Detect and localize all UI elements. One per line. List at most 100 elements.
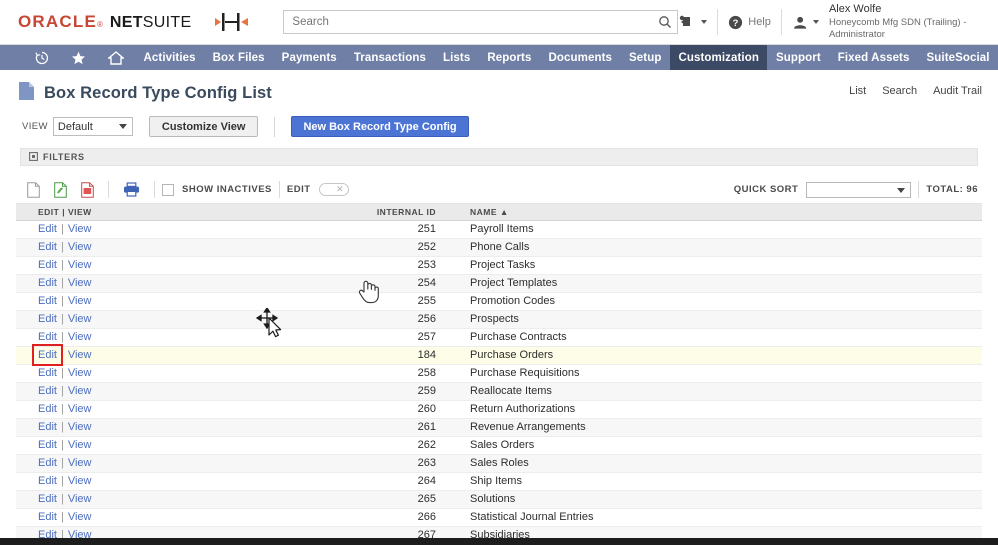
edit-link[interactable]: Edit: [38, 295, 57, 307]
new-box-record-type-config-button[interactable]: New Box Record Type Config: [291, 116, 469, 137]
nav-item-customization[interactable]: Customization: [669, 45, 768, 70]
link-audit-trail[interactable]: Audit Trail: [933, 85, 982, 97]
table-row[interactable]: Edit | View 252 Phone Calls: [16, 238, 982, 257]
view-link[interactable]: View: [68, 367, 92, 379]
window-bottom-strip: [0, 538, 998, 545]
customize-view-button[interactable]: Customize View: [148, 116, 259, 137]
edit-link[interactable]: Edit: [38, 241, 57, 253]
view-link[interactable]: View: [68, 403, 92, 415]
link-search[interactable]: Search: [882, 85, 917, 97]
chevron-down-icon: [118, 124, 127, 129]
nav-item-documents[interactable]: Documents: [540, 45, 621, 70]
edit-link[interactable]: Edit: [38, 313, 57, 325]
table-row[interactable]: Edit | View 262 Sales Orders: [16, 436, 982, 455]
edit-mode-toggle[interactable]: ✕: [318, 183, 349, 196]
recent-records-icon[interactable]: [24, 45, 60, 70]
table-row[interactable]: Edit | View 258 Purchase Requisitions: [16, 364, 982, 383]
favorites-star-icon[interactable]: [60, 45, 97, 70]
table-row[interactable]: Edit | View 264 Ship Items: [16, 472, 982, 491]
nav-item-setup[interactable]: Setup: [621, 45, 670, 70]
edit-link[interactable]: Edit: [38, 385, 57, 397]
view-link[interactable]: View: [68, 475, 92, 487]
view-link[interactable]: View: [68, 385, 92, 397]
show-inactives-checkbox[interactable]: [162, 183, 174, 196]
nav-item-lists[interactable]: Lists: [434, 45, 478, 70]
search-input[interactable]: [283, 10, 679, 34]
view-link[interactable]: View: [68, 421, 92, 433]
view-link[interactable]: View: [68, 223, 92, 235]
user-menu[interactable]: Alex Wolfe Honeycomb Mfg SDN (Trailing) …: [792, 3, 988, 41]
table-row[interactable]: Edit | View 259 Reallocate Items: [16, 382, 982, 401]
chevron-down-icon: [701, 20, 708, 24]
nav-item-activities[interactable]: Activities: [135, 45, 204, 70]
view-link[interactable]: View: [68, 457, 92, 469]
edit-link[interactable]: Edit: [38, 421, 57, 433]
nav-item-suitesocial[interactable]: SuiteSocial: [918, 45, 998, 70]
link-list[interactable]: List: [849, 85, 866, 97]
table-row[interactable]: Edit | View 255 Promotion Codes: [16, 292, 982, 311]
table-row[interactable]: Edit | View 251 Payroll Items: [16, 220, 982, 239]
global-search[interactable]: [283, 10, 679, 34]
edit-link[interactable]: Edit: [38, 403, 57, 415]
filters-bar[interactable]: FILTERS: [20, 148, 978, 166]
link-separator: |: [60, 349, 64, 361]
cell-internal-id: 251: [346, 220, 446, 239]
column-header-edit-view[interactable]: EDIT | VIEW: [16, 204, 346, 221]
table-row[interactable]: Edit | View 266 Statistical Journal Entries: [16, 508, 982, 527]
export-excel-icon[interactable]: [47, 181, 74, 198]
search-icon[interactable]: [654, 12, 676, 32]
cell-edit-view: Edit| View: [16, 346, 346, 365]
table-row[interactable]: Edit | View 263 Sales Roles: [16, 454, 982, 473]
quick-sort-select[interactable]: [806, 181, 912, 198]
view-link[interactable]: View: [68, 493, 92, 505]
oracle-netsuite-logo[interactable]: ORACLE ® NET SUITE: [18, 12, 191, 32]
table-row[interactable]: Edit | View 253 Project Tasks: [16, 256, 982, 275]
home-icon[interactable]: [97, 45, 135, 70]
table-row[interactable]: Edit | View 257 Purchase Contracts: [16, 328, 982, 347]
edit-link[interactable]: Edit: [38, 349, 57, 361]
cell-edit-view: Edit| View: [16, 436, 346, 455]
edit-link[interactable]: Edit: [38, 331, 57, 343]
edit-link[interactable]: Edit: [38, 511, 57, 523]
table-row[interactable]: Edit | View 260 Return Authorizations: [16, 400, 982, 419]
view-link[interactable]: View: [68, 295, 92, 307]
help-button[interactable]: ? Help: [728, 15, 771, 30]
print-icon[interactable]: [116, 182, 147, 197]
export-csv-icon[interactable]: [20, 181, 47, 198]
edit-link[interactable]: Edit: [38, 457, 57, 469]
table-row[interactable]: Edit | View 184 Purchase Orders: [16, 346, 982, 365]
link-separator: |: [60, 313, 64, 325]
view-link[interactable]: View: [68, 259, 92, 271]
edit-link[interactable]: Edit: [38, 439, 57, 451]
link-separator: |: [60, 421, 64, 433]
nav-item-payments[interactable]: Payments: [273, 45, 345, 70]
view-link[interactable]: View: [68, 277, 92, 289]
nav-item-transactions[interactable]: Transactions: [345, 45, 434, 70]
edit-link[interactable]: Edit: [38, 259, 57, 271]
nav-item-fixed-assets[interactable]: Fixed Assets: [829, 45, 918, 70]
view-link[interactable]: View: [68, 241, 92, 253]
quick-add-menu[interactable]: [678, 14, 708, 30]
nav-item-box-files[interactable]: Box Files: [204, 45, 273, 70]
view-link[interactable]: View: [68, 313, 92, 325]
view-select[interactable]: Default: [52, 117, 133, 136]
nav-item-support[interactable]: Support: [767, 45, 829, 70]
edit-link[interactable]: Edit: [38, 223, 57, 235]
view-link[interactable]: View: [68, 331, 92, 343]
view-link[interactable]: View: [68, 349, 92, 361]
view-link[interactable]: View: [68, 439, 92, 451]
edit-link[interactable]: Edit: [38, 475, 57, 487]
column-header-internal-id[interactable]: INTERNAL ID: [346, 204, 446, 221]
table-row[interactable]: Edit | View 265 Solutions: [16, 490, 982, 509]
edit-link[interactable]: Edit: [38, 493, 57, 505]
nav-item-reports[interactable]: Reports: [479, 45, 540, 70]
export-pdf-icon[interactable]: [74, 181, 101, 198]
edit-link[interactable]: Edit: [38, 367, 57, 379]
view-link[interactable]: View: [68, 511, 92, 523]
edit-link[interactable]: Edit: [38, 277, 57, 289]
table-row[interactable]: Edit | View 261 Revenue Arrangements: [16, 418, 982, 437]
link-separator: |: [60, 511, 64, 523]
table-row[interactable]: Edit | View 254 Project Templates: [16, 274, 982, 293]
column-header-name[interactable]: NAME ▲: [446, 204, 982, 221]
table-row[interactable]: Edit | View 256 Prospects: [16, 310, 982, 329]
